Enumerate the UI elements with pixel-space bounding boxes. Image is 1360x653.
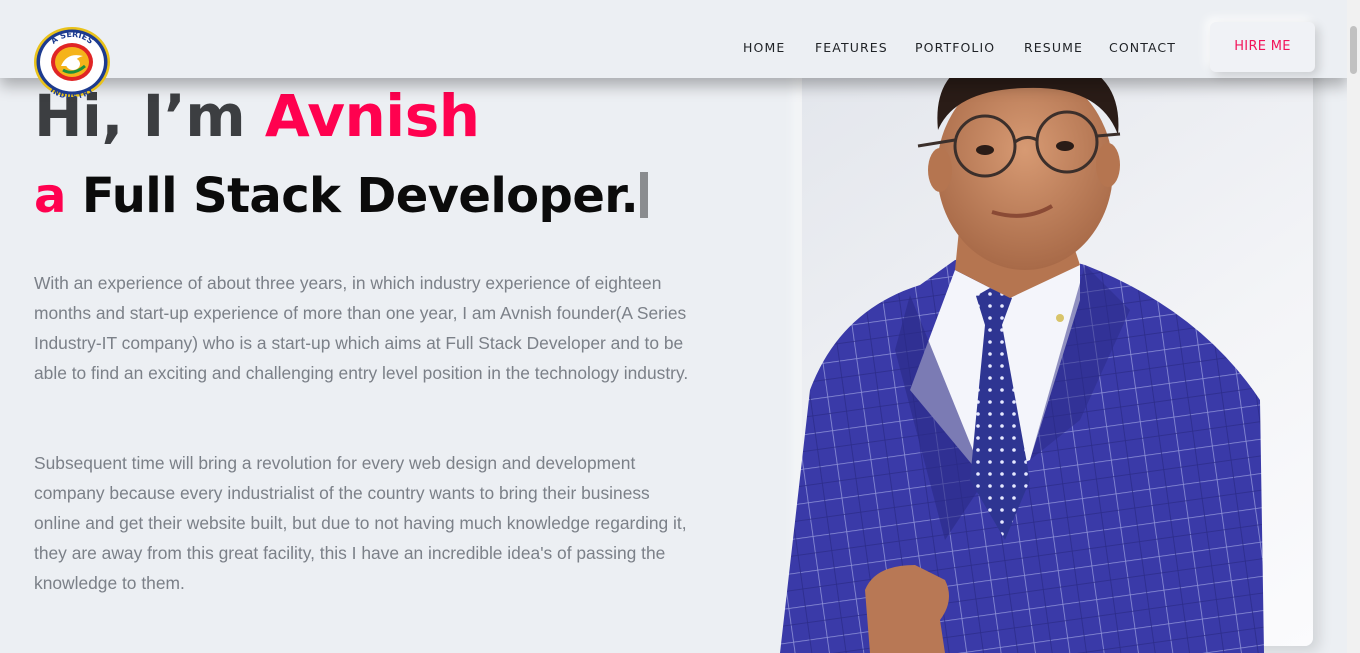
- hero-subtitle: a Full Stack Developer.: [34, 168, 649, 224]
- person-portrait: [780, 60, 1264, 653]
- hero-name: Avnish: [264, 82, 480, 150]
- typing-cursor: [640, 172, 649, 218]
- page-scrollbar[interactable]: [1347, 0, 1360, 653]
- nav-resume[interactable]: RESUME: [1024, 40, 1083, 55]
- intro-paragraph: With an experience of about three years,…: [34, 273, 689, 383]
- hire-me-button[interactable]: HIRE ME: [1210, 22, 1315, 72]
- scrollbar-thumb[interactable]: [1350, 26, 1357, 74]
- a-series-industry-logo[interactable]: A SERIES INDUSTRY: [33, 26, 111, 98]
- nav-contact[interactable]: CONTACT: [1109, 40, 1176, 55]
- nav-features[interactable]: FEATURES: [815, 40, 888, 55]
- vision-paragraph: Subsequent time will bring a revolution …: [34, 453, 687, 593]
- hero-sub-prefix: a: [34, 168, 82, 224]
- hero-role: Full Stack Developer.: [81, 168, 639, 224]
- nav-portfolio[interactable]: PORTFOLIO: [915, 40, 995, 55]
- page: A SERIES INDUSTRY HOME FEATURES PORTFOLI…: [0, 0, 1360, 653]
- site-header: A SERIES INDUSTRY HOME FEATURES PORTFOLI…: [0, 0, 1347, 98]
- nav-home[interactable]: HOME: [743, 40, 785, 55]
